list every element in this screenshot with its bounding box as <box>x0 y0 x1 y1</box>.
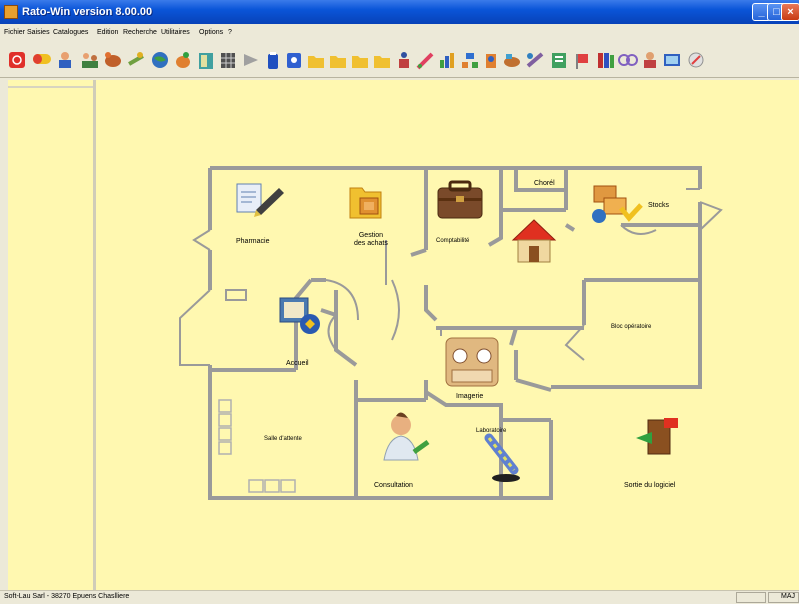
status-text: Soft-Lau Sarl - 38270 Epuens Chaslliere <box>4 593 130 600</box>
accounting-label[interactable]: Comptabilité <box>436 238 469 244</box>
reception-label[interactable]: Accueil <box>286 360 309 367</box>
toolbar-folder-1-icon[interactable] <box>308 56 324 68</box>
imaging-label[interactable]: Imagerie <box>456 393 483 400</box>
toolbar-folder-4-icon[interactable] <box>374 56 390 68</box>
toolbar-pill-icon[interactable] <box>33 54 51 64</box>
toolbar-card-icon[interactable] <box>287 53 301 68</box>
menu-bar: Fichier Saisies Catalogues Edition Reche… <box>0 24 799 42</box>
toolbar-link-icon[interactable] <box>618 54 638 66</box>
toolbar-pen-icon[interactable] <box>416 52 434 70</box>
toolbar-person-icon[interactable] <box>644 52 656 68</box>
menu-help[interactable]: ? <box>228 29 232 36</box>
toolbar-syringe-icon[interactable] <box>128 52 144 66</box>
menu-saisies[interactable]: Saisies <box>27 29 50 36</box>
menu-fichier[interactable]: Fichier <box>4 29 25 36</box>
menu-utilitaires[interactable]: Utilitaires <box>161 29 190 36</box>
toolbar-folder-2-icon[interactable] <box>330 56 346 68</box>
purchase-management-label-line-1: Gestion <box>358 232 383 239</box>
toolbar-grid-icon[interactable] <box>221 53 235 68</box>
consultation-label[interactable]: Consultation <box>374 482 413 489</box>
window-title: Rato-Win version 8.00.00 <box>22 6 153 18</box>
toolbar-power-icon[interactable] <box>9 52 25 68</box>
toolbar-globe-icon[interactable] <box>152 52 168 68</box>
side-panel <box>8 80 96 590</box>
toolbar-tools-icon[interactable] <box>526 52 544 68</box>
toolbar-flag-icon[interactable] <box>576 54 588 69</box>
toolbar-icons <box>9 52 704 70</box>
menu-recherche[interactable]: Recherche <box>123 29 157 36</box>
toolbar <box>0 42 799 78</box>
toolbar-network-icon[interactable] <box>462 53 478 68</box>
toolbar-chart-icon[interactable] <box>440 53 454 68</box>
purchase-management-label[interactable]: Gestion des achats <box>354 232 388 248</box>
waiting-room-label[interactable]: Salle d'attente <box>264 436 302 442</box>
status-bar: Soft-Lau Sarl - 38270 Epuens Chaslliere … <box>0 590 799 604</box>
toolbar-group-icon[interactable] <box>82 53 98 68</box>
purchase-management-label-line-2: des achats <box>354 240 388 247</box>
laboratory-label[interactable]: Laboratoire <box>476 428 506 434</box>
menu-edition[interactable]: Edition <box>97 29 118 36</box>
close-button[interactable]: × <box>781 3 799 21</box>
floor-plan-area: Pharmacie Gestion des achats Comptabilit… <box>96 80 799 590</box>
toolbar-folder-3-icon[interactable] <box>352 56 368 68</box>
title-bar[interactable]: Rato-Win version 8.00.00 _ □ × <box>0 0 799 24</box>
toolbar-help-icon[interactable] <box>688 52 704 68</box>
toolbar-animal-icon[interactable] <box>504 54 520 67</box>
menu-catalogues[interactable]: Catalogues <box>53 29 88 36</box>
floor-plan-walls <box>179 166 723 500</box>
toolbar-bottle-icon[interactable] <box>268 52 278 69</box>
toolbar-books-icon[interactable] <box>598 53 614 68</box>
toolbar-dog-icon[interactable] <box>105 52 121 67</box>
toolbar-book-icon[interactable] <box>199 53 213 69</box>
operating-room-label[interactable]: Bloc opératoire <box>611 324 651 330</box>
toolbar-screen-icon[interactable] <box>664 54 680 66</box>
toolbar-notes-icon[interactable] <box>552 53 566 68</box>
status-pane-maj: MAJ <box>768 592 799 603</box>
toolbar-people-icon[interactable] <box>59 52 71 68</box>
office-label[interactable]: Chorél <box>534 180 555 187</box>
app-icon <box>4 5 18 19</box>
toolbar-cat-icon[interactable] <box>176 52 190 68</box>
side-panel-divider <box>8 86 93 88</box>
menu-options[interactable]: Options <box>199 29 223 36</box>
toolbar-device-icon[interactable] <box>486 54 496 68</box>
toolbar-arrow-icon[interactable] <box>244 54 258 66</box>
exit-label[interactable]: Sortie du logiciel <box>624 482 675 489</box>
status-pane-empty <box>736 592 766 603</box>
stocks-label[interactable]: Stocks <box>648 202 669 209</box>
toolbar-figure-icon[interactable] <box>399 52 409 68</box>
pharmacy-label[interactable]: Pharmacie <box>236 238 269 245</box>
